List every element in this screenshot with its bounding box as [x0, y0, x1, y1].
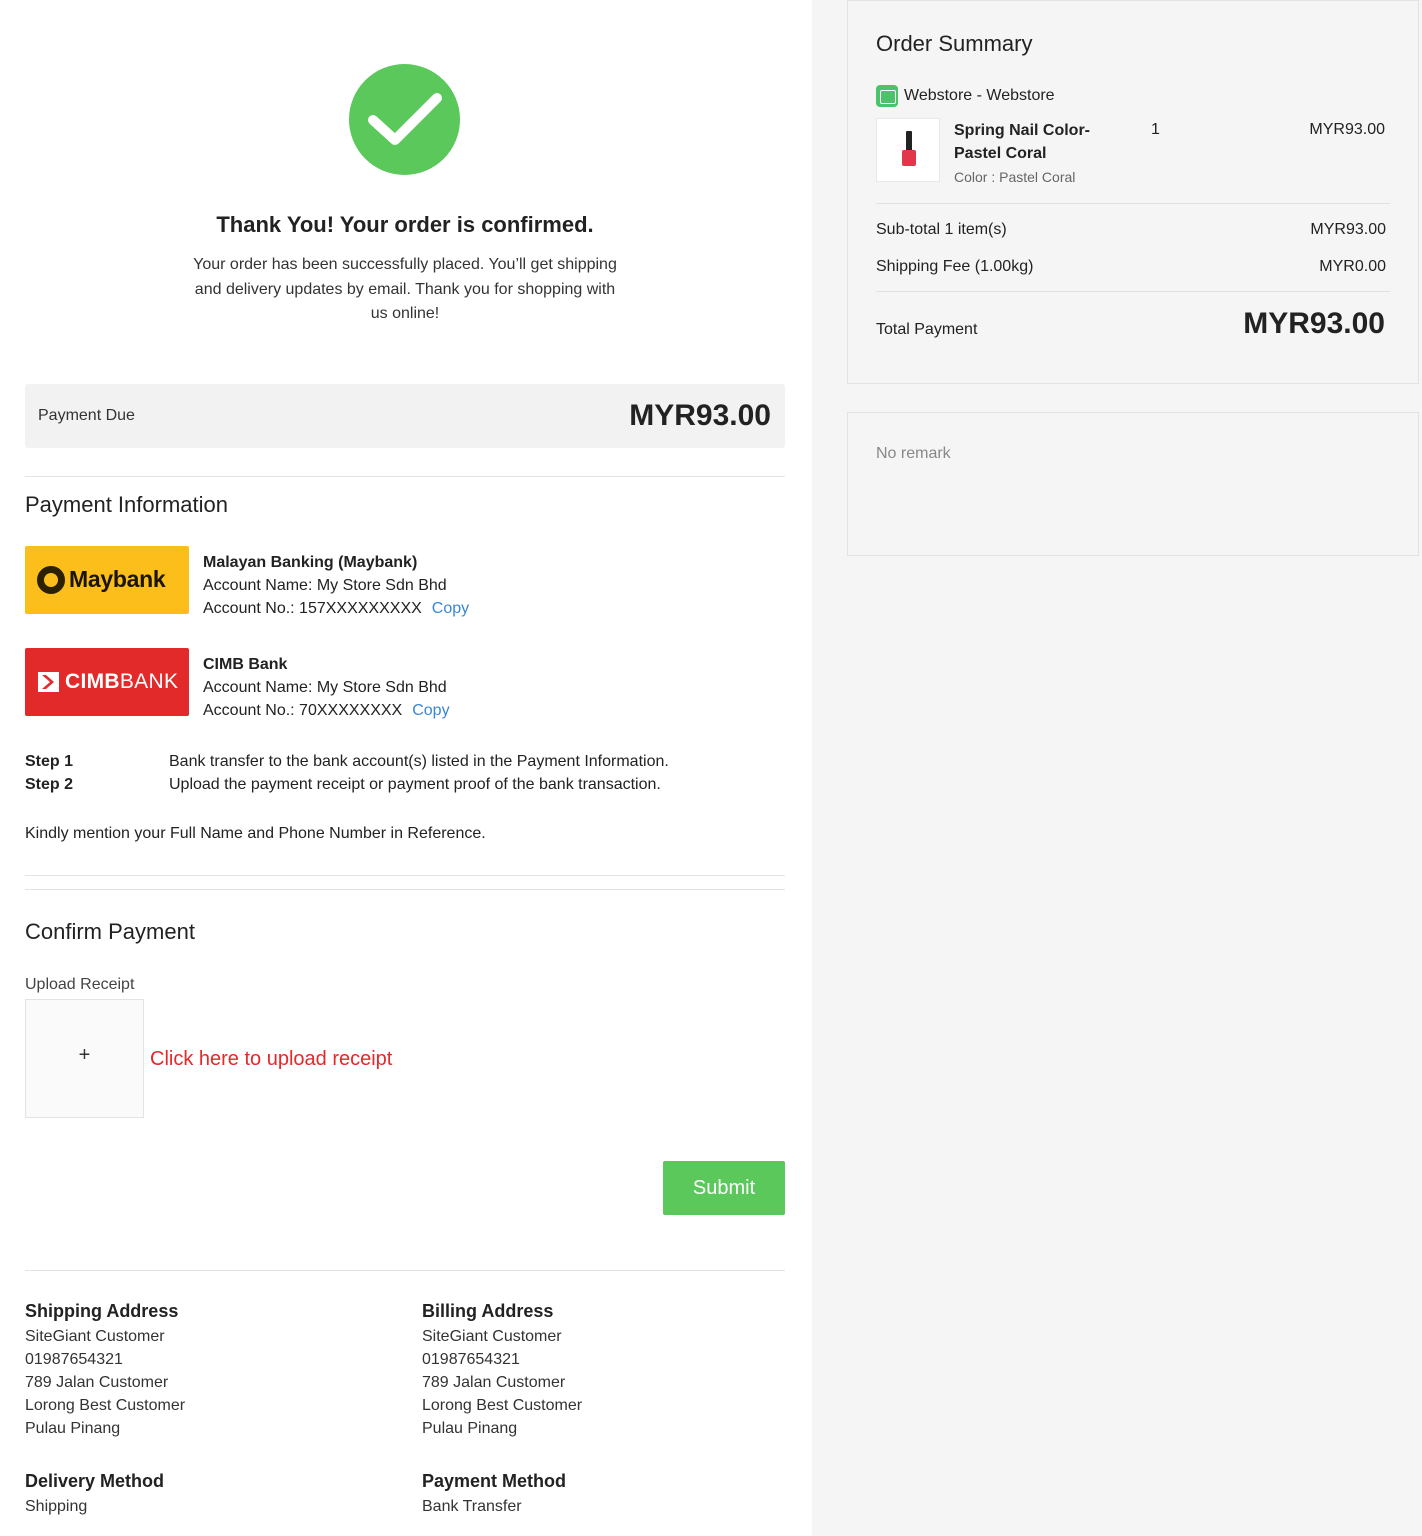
product-quantity: 1 — [1151, 121, 1160, 138]
main-panel: Thank You! Your order is confirmed. Your… — [0, 0, 812, 1536]
shipping-fee-row: Shipping Fee (1.00kg) MYR0.00 — [876, 258, 1386, 276]
product-price: MYR93.00 — [1309, 121, 1385, 138]
divider — [25, 476, 785, 477]
upload-receipt-dropzone[interactable]: + — [25, 999, 144, 1118]
shipping-address-heading: Shipping Address — [25, 1301, 179, 1321]
divider — [25, 1270, 785, 1271]
nail-polish-icon — [906, 131, 912, 151]
bank-name: CIMB Bank — [203, 656, 288, 673]
payment-method-value: Bank Transfer — [422, 1498, 522, 1515]
confirm-payment-title: Confirm Payment — [25, 919, 195, 944]
subtotal-label: Sub-total 1 item(s) — [876, 221, 1007, 238]
product-name: Spring Nail Color-Pastel Coral — [954, 122, 1090, 162]
shipping-fee-label: Shipping Fee (1.00kg) — [876, 258, 1034, 275]
order-summary-title: Order Summary — [876, 31, 1033, 56]
total-payment-label: Total Payment — [876, 321, 978, 338]
account-number: Account No.: 70XXXXXXXX — [203, 702, 403, 719]
upload-receipt-link[interactable]: Click here to upload receipt — [150, 1048, 392, 1071]
address-line: 789 Jalan Customer — [25, 1374, 169, 1391]
shipping-fee-value: MYR0.00 — [1319, 258, 1386, 275]
address-line: SiteGiant Customer — [422, 1328, 562, 1345]
billing-address: Billing Address SiteGiant Customer 01987… — [422, 1300, 582, 1440]
cimb-details: CIMB Bank Account Name: My Store Sdn Bhd… — [203, 653, 450, 722]
step-label: Step 1 — [25, 753, 74, 770]
reference-note: Kindly mention your Full Name and Phone … — [25, 825, 486, 842]
copy-maybank-account-link[interactable]: Copy — [432, 600, 469, 617]
submit-button[interactable]: Submit — [663, 1161, 785, 1215]
maybank-logo: Maybank — [25, 546, 189, 614]
divider — [876, 203, 1390, 204]
step-text: Bank transfer to the bank account(s) lis… — [169, 753, 669, 770]
payment-due-label: Payment Due — [38, 407, 135, 424]
store-icon — [876, 85, 898, 107]
success-check-icon — [349, 64, 460, 175]
payment-information-title: Payment Information — [25, 492, 228, 517]
step-label: Step 2 — [25, 776, 74, 793]
payment-due-box: Payment Due MYR93.00 — [25, 384, 785, 448]
confirmation-message: Your order has been successfully placed.… — [193, 256, 617, 322]
subtotal-row: Sub-total 1 item(s) MYR93.00 — [876, 221, 1386, 239]
upload-receipt-label: Upload Receipt — [25, 976, 135, 993]
divider — [25, 889, 785, 890]
product-thumbnail — [876, 118, 940, 182]
address-line: Lorong Best Customer — [25, 1397, 186, 1414]
total-payment-amount: MYR93.00 — [1243, 307, 1385, 340]
shipping-address: Shipping Address SiteGiant Customer 0198… — [25, 1300, 185, 1440]
remark-card: No remark — [847, 412, 1419, 556]
bank-name: Malayan Banking (Maybank) — [203, 554, 418, 571]
order-summary-card: Order Summary Webstore - Webstore Spring… — [847, 0, 1419, 384]
maybank-tiger-icon — [37, 566, 65, 594]
payment-method: Payment Method Bank Transfer — [422, 1470, 566, 1518]
delivery-method: Delivery Method Shipping — [25, 1470, 164, 1518]
divider — [25, 875, 785, 876]
plus-icon: + — [78, 1044, 91, 1066]
address-line: Lorong Best Customer — [422, 1397, 583, 1414]
address-line: 01987654321 — [25, 1351, 123, 1368]
store-row: Webstore - Webstore — [876, 85, 1055, 107]
product-variant: Color : Pastel Coral — [954, 169, 1076, 185]
copy-cimb-account-link[interactable]: Copy — [412, 702, 449, 719]
address-line: SiteGiant Customer — [25, 1328, 165, 1345]
address-line: 01987654321 — [422, 1351, 520, 1368]
store-name: Webstore - Webstore — [904, 87, 1055, 104]
payment-steps: Step 1 Bank transfer to the bank account(… — [25, 750, 669, 796]
divider — [876, 291, 1390, 292]
maybank-details: Malayan Banking (Maybank) Account Name: … — [203, 551, 469, 620]
subtotal-value: MYR93.00 — [1310, 221, 1386, 238]
payment-method-heading: Payment Method — [422, 1471, 567, 1491]
address-line: Pulau Pinang — [25, 1420, 121, 1437]
address-line: Pulau Pinang — [422, 1420, 518, 1437]
billing-address-heading: Billing Address — [422, 1301, 554, 1321]
account-name: Account Name: My Store Sdn Bhd — [203, 577, 447, 594]
delivery-method-value: Shipping — [25, 1498, 88, 1515]
address-line: 789 Jalan Customer — [422, 1374, 566, 1391]
confirmation-title: Thank You! Your order is confirmed. — [216, 212, 594, 237]
account-number: Account No.: 157XXXXXXXXX — [203, 600, 422, 617]
cimb-logo: CIMBBANK — [25, 648, 189, 716]
payment-due-amount: MYR93.00 — [629, 399, 771, 432]
delivery-method-heading: Delivery Method — [25, 1471, 165, 1491]
remark-text: No remark — [876, 445, 951, 462]
step-text: Upload the payment receipt or payment pr… — [169, 776, 661, 793]
account-name: Account Name: My Store Sdn Bhd — [203, 679, 447, 696]
cimb-chevron-icon — [38, 672, 59, 692]
